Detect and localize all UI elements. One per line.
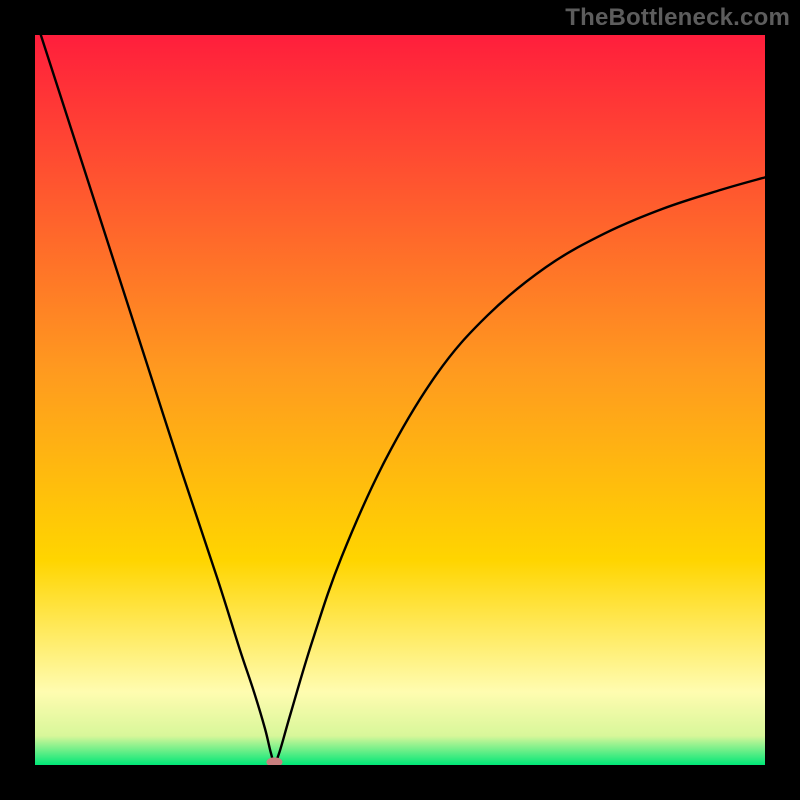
watermark-text: TheBottleneck.com bbox=[565, 4, 790, 32]
gradient-background bbox=[35, 35, 765, 765]
plot-area bbox=[35, 35, 765, 765]
bottleneck-chart bbox=[35, 35, 765, 765]
chart-frame: TheBottleneck.com bbox=[0, 0, 800, 800]
